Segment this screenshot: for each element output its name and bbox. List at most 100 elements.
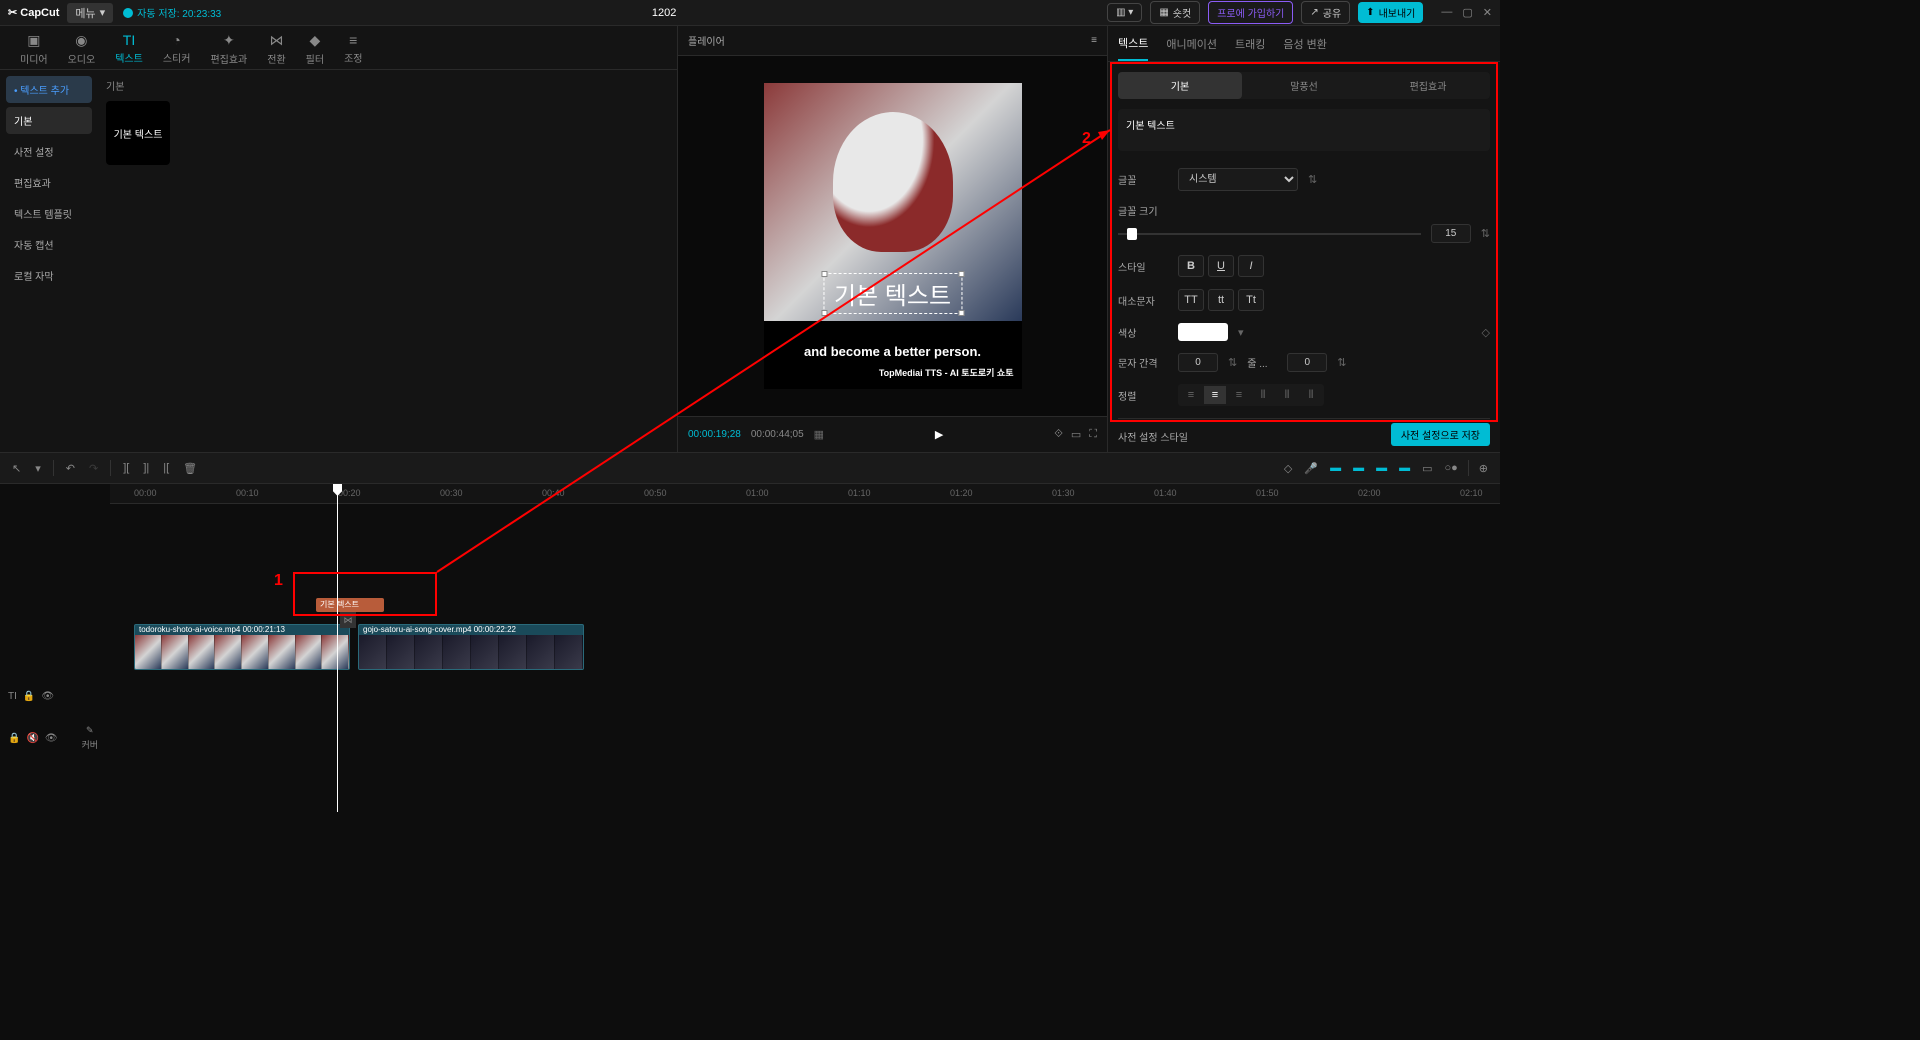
subtab-bubble[interactable]: 말풍선 <box>1242 72 1366 99</box>
align-v2-button[interactable]: ⦀ <box>1276 386 1298 404</box>
eye-icon[interactable]: 👁 <box>45 733 58 744</box>
lowercase-button[interactable]: tt <box>1208 289 1234 311</box>
ratio-icon[interactable]: ▭ <box>1071 428 1081 441</box>
text-clip[interactable]: 기본 텍스트 <box>316 598 384 612</box>
tl-btn2[interactable]: ▬ <box>1351 460 1366 476</box>
color-dropdown-icon[interactable]: ▾ <box>1238 326 1244 339</box>
mute-icon[interactable]: 🔇 <box>26 733 38 744</box>
player-viewport[interactable]: 기본 텍스트 and become a better person. TopMe… <box>678 56 1107 416</box>
text-track[interactable]: 기본 텍스트 <box>110 594 1500 618</box>
tab-filter[interactable]: ◆필터 <box>296 30 334 65</box>
play-button[interactable]: ▶ <box>935 428 943 441</box>
tab-animation[interactable]: 애니메이션 <box>1166 28 1217 60</box>
delete-tool[interactable]: 🗑 <box>181 460 199 477</box>
video-clip-1[interactable]: todoroku-shoto-ai-voice.mp4 00:00:21:13 <box>134 624 350 670</box>
timeline[interactable]: 00:00 00:10 00:20 00:30 00:40 00:50 01:0… <box>0 484 1500 812</box>
snap-toggle[interactable]: ○● <box>1442 460 1459 476</box>
sidebar-item-basic[interactable]: 기본 <box>6 107 92 134</box>
time-total: 00:00:44;05 <box>751 429 804 440</box>
tab-media[interactable]: ▣미디어 <box>10 30 58 65</box>
transition-marker[interactable]: ⋈ <box>340 612 356 628</box>
layout-button[interactable]: ▥ ▾ <box>1107 3 1142 22</box>
tab-adjust[interactable]: ≡조정 <box>334 30 372 65</box>
bold-button[interactable]: B <box>1178 255 1204 277</box>
video-clip-2[interactable]: gojo-satoru-ai-song-cover.mp4 00:00:22:2… <box>358 624 584 670</box>
font-select[interactable]: 시스템 <box>1178 168 1298 191</box>
share-button[interactable]: ↗ 공유 <box>1301 1 1350 24</box>
pro-upgrade-button[interactable]: 프로에 가입하기 <box>1208 1 1293 24</box>
sidebar-item-effects[interactable]: 편집효과 <box>6 169 92 196</box>
align-v3-button[interactable]: ⦀ <box>1300 386 1322 404</box>
tab-tracking[interactable]: 트래킹 <box>1235 28 1265 60</box>
playhead[interactable] <box>337 484 338 812</box>
video-track[interactable]: todoroku-shoto-ai-voice.mp4 00:00:21:13 … <box>110 624 1500 672</box>
shortcut-button[interactable]: ▦ 숏컷 <box>1150 1 1200 24</box>
underline-button[interactable]: U <box>1208 255 1234 277</box>
tl-btn1[interactable]: ▬ <box>1328 460 1343 476</box>
size-stepper-icon[interactable]: ⇅ <box>1481 227 1490 240</box>
align-left-button[interactable]: ≡ <box>1180 386 1202 404</box>
timeline-ruler[interactable]: 00:00 00:10 00:20 00:30 00:40 00:50 01:0… <box>110 484 1500 504</box>
magic-tool[interactable]: ◇ <box>1282 460 1294 477</box>
autosave-status: 자동 저장: 20:23:33 <box>123 5 221 20</box>
color-picker[interactable] <box>1178 323 1228 341</box>
close-button[interactable]: ✕ <box>1483 6 1492 19</box>
line-input[interactable] <box>1287 353 1327 372</box>
uppercase-button[interactable]: TT <box>1178 289 1204 311</box>
undo-button[interactable]: ↶ <box>64 460 77 477</box>
sidebar-item-presets[interactable]: 사전 설정 <box>6 138 92 165</box>
eye-icon[interactable]: 👁 <box>41 691 54 702</box>
text-preset-basic[interactable]: 기본 텍스트 <box>106 101 170 165</box>
select-tool[interactable]: ↖ <box>10 460 23 477</box>
tab-sticker[interactable]: ◔스티커 <box>153 30 201 65</box>
frame-grid-icon[interactable]: ▦ <box>814 428 824 441</box>
player-menu-icon[interactable]: ≡ <box>1091 35 1097 46</box>
cover-button[interactable]: ✎ 커버 <box>77 721 102 755</box>
lock-icon[interactable]: 🔒 <box>8 733 20 744</box>
tab-audio[interactable]: ◉오디오 <box>58 30 106 65</box>
align-right-button[interactable]: ≡ <box>1228 386 1250 404</box>
tab-text-props[interactable]: 텍스트 <box>1118 27 1148 61</box>
line-stepper-icon[interactable]: ⇅ <box>1337 356 1346 369</box>
text-overlay[interactable]: 기본 텍스트 <box>823 273 962 314</box>
maximize-button[interactable]: ▢ <box>1462 6 1472 19</box>
tab-voice[interactable]: 음성 변환 <box>1283 28 1327 60</box>
subtab-effects[interactable]: 편집효과 <box>1366 72 1490 99</box>
split-left-tool[interactable]: ]| <box>141 460 151 476</box>
zoom-fit-button[interactable]: ⊕ <box>1477 460 1490 477</box>
keyframe-icon[interactable]: ◇ <box>1482 326 1490 339</box>
redo-button[interactable]: ↷ <box>87 460 100 477</box>
align-center-button[interactable]: ≡ <box>1204 386 1226 404</box>
save-preset-button[interactable]: 사전 설정으로 저장 <box>1391 423 1490 446</box>
tab-text[interactable]: TI텍스트 <box>105 30 153 65</box>
text-content-input[interactable]: 기본 텍스트 <box>1118 109 1490 151</box>
select-dropdown-icon[interactable]: ▾ <box>33 460 43 477</box>
minimize-button[interactable]: — <box>1441 6 1452 19</box>
export-button[interactable]: ⬆ 내보내기 <box>1358 2 1423 23</box>
tab-transition[interactable]: ⋈전환 <box>257 30 295 65</box>
lock-icon[interactable]: 🔒 <box>23 691 35 702</box>
tl-btn4[interactable]: ▬ <box>1397 460 1412 476</box>
spacing-input[interactable] <box>1178 353 1218 372</box>
mic-tool[interactable]: 🎤 <box>1302 460 1320 477</box>
sidebar-item-subtitles[interactable]: 로컬 자막 <box>6 262 92 289</box>
sidebar-item-templates[interactable]: 텍스트 템플릿 <box>6 200 92 227</box>
align-v1-button[interactable]: ⦀ <box>1252 386 1274 404</box>
sidebar-item-captions[interactable]: 자동 캡션 <box>6 231 92 258</box>
subtab-basic[interactable]: 기본 <box>1118 72 1242 99</box>
titlecase-button[interactable]: Tt <box>1238 289 1264 311</box>
crop-icon[interactable]: ⟐ <box>1054 428 1063 441</box>
size-slider[interactable] <box>1118 233 1421 235</box>
split-tool[interactable]: ][ <box>121 460 131 476</box>
spacing-stepper-icon[interactable]: ⇅ <box>1228 356 1237 369</box>
tl-btn5[interactable]: ▭ <box>1420 460 1434 477</box>
size-input[interactable] <box>1431 224 1471 243</box>
font-stepper-icon[interactable]: ⇅ <box>1308 173 1317 186</box>
tl-btn3[interactable]: ▬ <box>1374 460 1389 476</box>
menu-button[interactable]: 메뉴▾ <box>67 3 113 23</box>
italic-button[interactable]: I <box>1238 255 1264 277</box>
tab-effects[interactable]: ✦편집효과 <box>200 30 257 65</box>
fullscreen-icon[interactable]: ⛶ <box>1089 428 1097 441</box>
sidebar-add-text[interactable]: • 텍스트 추가 <box>6 76 92 103</box>
split-right-tool[interactable]: |[ <box>161 460 171 476</box>
